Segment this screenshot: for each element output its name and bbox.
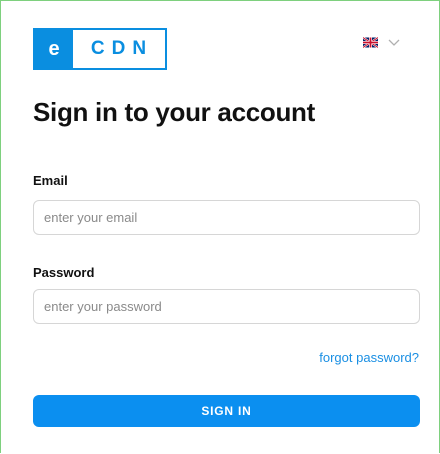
chevron-down-icon bbox=[388, 39, 400, 46]
ecdn-logo: e CDN bbox=[33, 28, 167, 70]
uk-flag-icon bbox=[363, 37, 378, 48]
sign-in-button[interactable]: SIGN IN bbox=[33, 395, 420, 427]
page-title: Sign in to your account bbox=[33, 97, 315, 127]
language-selector[interactable] bbox=[363, 37, 400, 48]
password-input[interactable] bbox=[33, 289, 420, 324]
logo-name: CDN bbox=[90, 38, 154, 59]
email-label: Email bbox=[33, 173, 68, 188]
logo-letter: e bbox=[35, 30, 73, 68]
password-label: Password bbox=[33, 265, 95, 280]
email-input[interactable] bbox=[33, 200, 420, 235]
login-card: e CDN Sign in to your account Email Pass… bbox=[0, 0, 440, 453]
forgot-password-link[interactable]: forgot password? bbox=[319, 350, 419, 365]
